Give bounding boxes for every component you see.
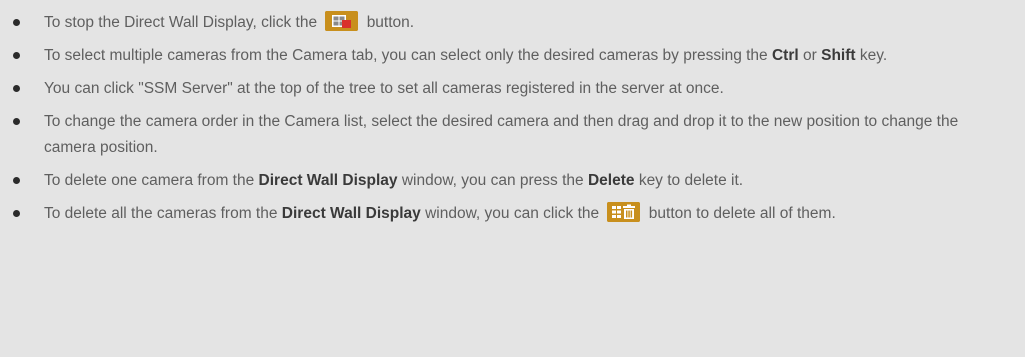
stop-wall-display-icon xyxy=(325,10,359,31)
item-text: To delete one camera from the xyxy=(44,172,255,189)
key-name: Shift xyxy=(821,47,856,64)
window-name: Direct Wall Display xyxy=(258,172,398,189)
list-item: To stop the Direct Wall Display, click t… xyxy=(0,10,1025,36)
bullet-icon xyxy=(13,85,20,92)
bullet-icon xyxy=(13,52,20,59)
item-text: To stop the Direct Wall Display, click t… xyxy=(44,14,318,31)
item-text: key to delete it. xyxy=(638,172,744,189)
item-text: You can click "SSM Server" at the top of… xyxy=(44,80,724,97)
delete-all-cameras-icon xyxy=(607,201,641,222)
bullet-icon xyxy=(13,118,20,125)
list-item: To delete all the cameras from the Direc… xyxy=(0,201,1025,227)
item-text: To select multiple cameras from the Came… xyxy=(44,47,768,64)
bullet-icon xyxy=(13,19,20,26)
item-text: To delete all the cameras from the xyxy=(44,205,278,222)
item-text: window, you can click the xyxy=(425,205,600,222)
item-text: key. xyxy=(859,47,888,64)
item-text: button. xyxy=(366,14,415,31)
window-name: Direct Wall Display xyxy=(281,205,421,222)
item-text: or xyxy=(803,47,817,64)
item-text: window, you can press the xyxy=(401,172,584,189)
list-item: To delete one camera from the Direct Wal… xyxy=(0,168,1025,194)
notes-list: To stop the Direct Wall Display, click t… xyxy=(0,10,1025,227)
item-text: button to delete all of them. xyxy=(648,205,836,222)
document-page: To stop the Direct Wall Display, click t… xyxy=(0,0,1025,357)
bullet-icon xyxy=(13,210,20,217)
list-item: To change the camera order in the Camera… xyxy=(0,109,1025,161)
list-item: To select multiple cameras from the Came… xyxy=(0,43,1025,69)
item-text: To change the camera order in the Camera… xyxy=(44,113,959,156)
key-name: Delete xyxy=(587,172,635,189)
bullet-icon xyxy=(13,177,20,184)
list-item: You can click "SSM Server" at the top of… xyxy=(0,76,1025,102)
key-name: Ctrl xyxy=(771,47,799,64)
